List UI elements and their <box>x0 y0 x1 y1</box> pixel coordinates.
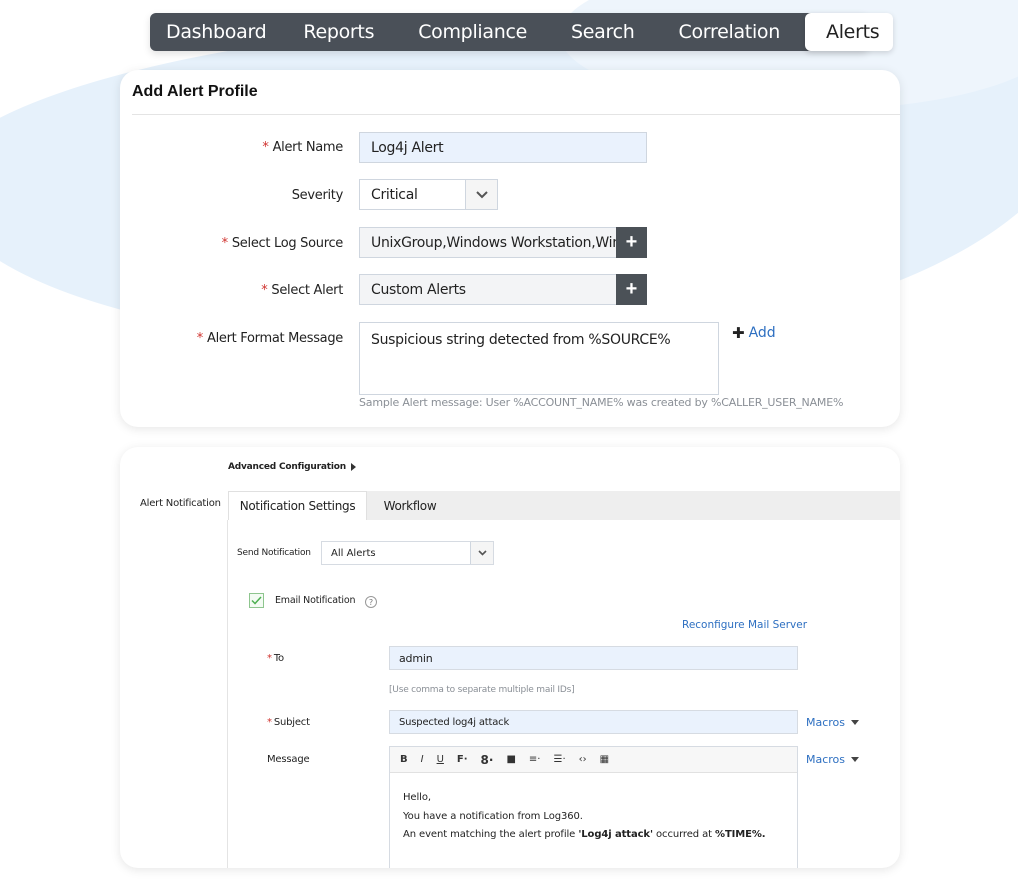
code-icon[interactable]: ‹› <box>579 754 587 765</box>
advanced-configuration-card: Advanced Configuration Alert Notificatio… <box>120 447 900 868</box>
caret-down-icon <box>851 757 860 762</box>
required-mark: * <box>267 653 272 664</box>
align-icon[interactable]: ≡· <box>529 754 541 765</box>
severity-label: Severity <box>291 188 344 203</box>
divider <box>227 520 228 868</box>
required-mark: * <box>262 140 269 155</box>
nav-tab-compliance[interactable]: Compliance <box>396 13 549 51</box>
font-family-icon[interactable]: F· <box>457 754 468 765</box>
editor-toolbar: B I U F· 8· ■ ≡· ☰· ‹› ▦ <box>390 747 797 773</box>
check-icon <box>251 596 262 605</box>
log-source-label-text: Select Log Source <box>231 236 343 251</box>
log-source-input[interactable]: UnixGroup,Windows Workstation,Windows Se… <box>359 227 617 258</box>
underline-icon[interactable]: U <box>437 754 444 765</box>
format-message-textarea[interactable]: Suspicious string detected from %SOURCE% <box>359 322 719 395</box>
message-macros-dropdown[interactable]: Macros <box>806 753 860 766</box>
select-alert-label: * Select Alert <box>220 283 343 298</box>
nav-tab-alerts[interactable]: Alerts <box>805 13 894 51</box>
required-mark: * <box>261 283 268 298</box>
format-message-label-text: Alert Format Message <box>207 331 343 346</box>
plus-icon: ✚ <box>732 324 745 342</box>
sample-message-hint: Sample Alert message: User %ACCOUNT_NAME… <box>359 396 844 409</box>
page-title: Add Alert Profile <box>132 83 258 100</box>
send-notification-select[interactable]: All Alerts <box>321 541 494 565</box>
required-mark: * <box>196 331 204 346</box>
add-link-label: Add <box>748 325 776 341</box>
chevron-down-icon[interactable] <box>470 542 493 564</box>
alert-name-label: * Alert Name <box>220 140 343 155</box>
advanced-config-label: Advanced Configuration <box>228 462 346 472</box>
alert-name-input[interactable]: Log4j Alert <box>359 132 647 163</box>
alert-name-label-text: Alert Name <box>272 140 344 155</box>
italic-icon[interactable]: I <box>421 754 424 765</box>
message-greeting: Hello, <box>403 792 431 803</box>
message-line: An event matching the alert profile 'Log… <box>403 826 766 845</box>
subject-label-text: Subject <box>273 717 310 728</box>
time-macro: %TIME%. <box>715 829 766 840</box>
divider <box>132 114 900 115</box>
to-label: * To <box>267 653 284 664</box>
send-notification-label: Send Notification <box>237 548 311 558</box>
message-text: occurred at <box>652 829 716 840</box>
top-nav: Dashboard Reports Compliance Search Corr… <box>150 13 894 51</box>
nav-tab-correlation[interactable]: Correlation <box>657 13 802 51</box>
list-icon[interactable]: ☰· <box>553 754 565 765</box>
subject-input[interactable]: Suspected log4j attack <box>389 710 798 734</box>
text-color-icon[interactable]: ■ <box>506 754 515 765</box>
nav-tab-reports[interactable]: Reports <box>281 13 396 51</box>
severity-value: Critical <box>371 186 418 203</box>
message-label: Message <box>267 754 310 765</box>
log-source-label: * Select Log Source <box>210 236 344 251</box>
table-icon[interactable]: ▦ <box>600 754 609 765</box>
send-notification-value: All Alerts <box>331 547 376 559</box>
chevron-down-icon[interactable] <box>465 180 497 209</box>
message-line: You have a notification from Log360. <box>403 810 583 822</box>
format-message-label: * Alert Format Message <box>180 331 344 346</box>
message-text: An event matching the alert profile <box>403 829 579 840</box>
alert-notification-label: Alert Notification <box>140 498 221 509</box>
message-editor[interactable]: B I U F· 8· ■ ≡· ☰· ‹› ▦ Hello, You have… <box>389 746 798 868</box>
reconfigure-mail-server-link[interactable]: Reconfigure Mail Server <box>682 619 807 631</box>
required-mark: * <box>221 236 229 251</box>
select-alert-label-text: Select Alert <box>271 283 343 298</box>
tab-bar: Notification Settings Workflow <box>228 491 900 520</box>
required-mark: * <box>267 717 272 728</box>
advanced-config-toggle[interactable]: Advanced Configuration <box>228 462 356 472</box>
email-notification-label: Email Notification <box>275 595 356 606</box>
add-alert-profile-card: Add Alert Profile * Alert Name Log4j Aler… <box>120 70 900 427</box>
macros-label: Macros <box>806 716 846 729</box>
caret-right-icon <box>350 463 356 471</box>
nav-tab-search[interactable]: Search <box>549 13 656 51</box>
nav-tab-dashboard[interactable]: Dashboard <box>150 13 281 51</box>
macros-label: Macros <box>806 753 846 766</box>
to-hint: [Use comma to separate multiple mail IDs… <box>389 685 575 695</box>
help-icon[interactable]: ? <box>365 596 377 608</box>
subject-label: * Subject <box>267 717 310 728</box>
bold-icon[interactable]: B <box>400 754 408 765</box>
add-log-source-button[interactable]: + <box>616 227 647 258</box>
email-notification-checkbox[interactable] <box>249 593 264 608</box>
tab-notification-settings[interactable]: Notification Settings <box>228 491 367 520</box>
to-label-text: To <box>273 653 284 664</box>
add-macro-link[interactable]: ✚ Add <box>732 324 776 342</box>
caret-down-icon <box>851 720 860 725</box>
font-size-icon[interactable]: 8· <box>481 753 494 767</box>
to-input[interactable]: admin <box>389 646 798 670</box>
subject-macros-dropdown[interactable]: Macros <box>806 716 860 729</box>
tab-workflow[interactable]: Workflow <box>367 491 453 520</box>
add-alert-button[interactable]: + <box>616 274 647 305</box>
profile-name: 'Log4j attack' <box>578 829 653 840</box>
message-body: Hello, You have a notification from Log3… <box>403 789 766 845</box>
select-alert-input[interactable]: Custom Alerts <box>359 274 617 305</box>
